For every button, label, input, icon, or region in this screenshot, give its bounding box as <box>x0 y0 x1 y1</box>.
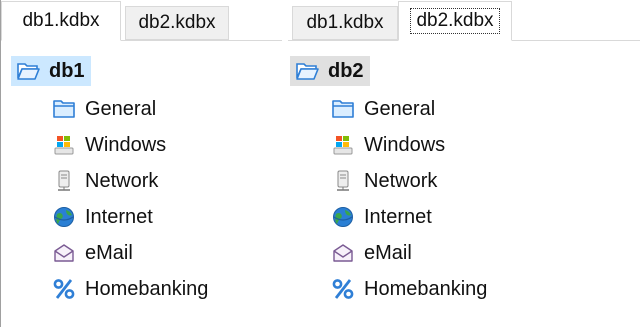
network-server-icon <box>330 169 356 193</box>
tree-node-label: Windows <box>364 133 446 156</box>
tree-node-label: Network <box>85 169 159 192</box>
tree-item-homebanking[interactable]: Homebanking <box>288 271 640 307</box>
tree-item-internet[interactable]: Internet <box>1 199 282 235</box>
folder-open-icon <box>294 59 320 83</box>
tree-root-db2[interactable]: db2 <box>288 55 640 87</box>
tree-node-label: General <box>85 97 157 120</box>
tree-item-general[interactable]: General <box>1 91 282 127</box>
tree-item-general[interactable]: General <box>288 91 640 127</box>
group-tree: db2 General Windows Network Internet eMa… <box>288 41 640 307</box>
tree-item-internet[interactable]: Internet <box>288 199 640 235</box>
tree-node-label: Homebanking <box>364 277 488 300</box>
tree-item-windows[interactable]: Windows <box>288 127 640 163</box>
globe-icon <box>330 205 356 229</box>
tree-root-selection: db1 <box>11 56 91 86</box>
tab-label: db2.kdbx <box>410 8 500 34</box>
tab-label: db1.kdbx <box>306 12 384 33</box>
tree-item-email[interactable]: eMail <box>288 235 640 271</box>
tab-db1[interactable]: db1.kdbx <box>292 6 398 40</box>
tree-node-label: Network <box>364 169 438 192</box>
folder-icon <box>330 97 356 121</box>
globe-icon <box>51 205 77 229</box>
tree-node-label: db2 <box>328 59 364 82</box>
tree-node-label: Internet <box>364 205 432 228</box>
tree-item-network[interactable]: Network <box>288 163 640 199</box>
group-tree: db1 General Windows Network Internet eMa… <box>1 41 282 307</box>
tree-node-label: eMail <box>364 241 412 264</box>
tree-item-network[interactable]: Network <box>1 163 282 199</box>
tree-node-label: Homebanking <box>85 277 209 300</box>
tab-db2[interactable]: db2.kdbx <box>125 6 229 40</box>
tree-item-homebanking[interactable]: Homebanking <box>1 271 282 307</box>
tree-node-label: Internet <box>85 205 153 228</box>
windows-icon <box>51 133 77 157</box>
folder-icon <box>51 97 77 121</box>
email-icon <box>51 241 77 265</box>
right-tab-strip: db1.kdbx db2.kdbx <box>288 0 640 41</box>
tree-item-windows[interactable]: Windows <box>1 127 282 163</box>
left-tab-strip: db1.kdbx db2.kdbx <box>1 0 282 41</box>
tree-item-email[interactable]: eMail <box>1 235 282 271</box>
right-database-panel: db1.kdbx db2.kdbx db2 General Windows Ne… <box>288 0 640 327</box>
tab-db1[interactable]: db1.kdbx <box>1 1 121 41</box>
tab-db2[interactable]: db2.kdbx <box>398 1 512 41</box>
tree-node-label: eMail <box>85 241 133 264</box>
percent-icon <box>51 277 77 301</box>
tree-node-label: Windows <box>85 133 167 156</box>
tab-label: db2.kdbx <box>138 12 216 33</box>
windows-icon <box>330 133 356 157</box>
tree-root-db1[interactable]: db1 <box>1 55 282 87</box>
tab-label: db1.kdbx <box>22 10 100 31</box>
percent-icon <box>330 277 356 301</box>
tree-root-selection: db2 <box>290 56 370 86</box>
tree-node-label: General <box>364 97 436 120</box>
folder-open-icon <box>15 59 41 83</box>
tree-node-label: db1 <box>49 59 85 82</box>
email-icon <box>330 241 356 265</box>
network-server-icon <box>51 169 77 193</box>
left-database-panel: db1.kdbx db2.kdbx db1 General Windows Ne… <box>0 0 282 327</box>
